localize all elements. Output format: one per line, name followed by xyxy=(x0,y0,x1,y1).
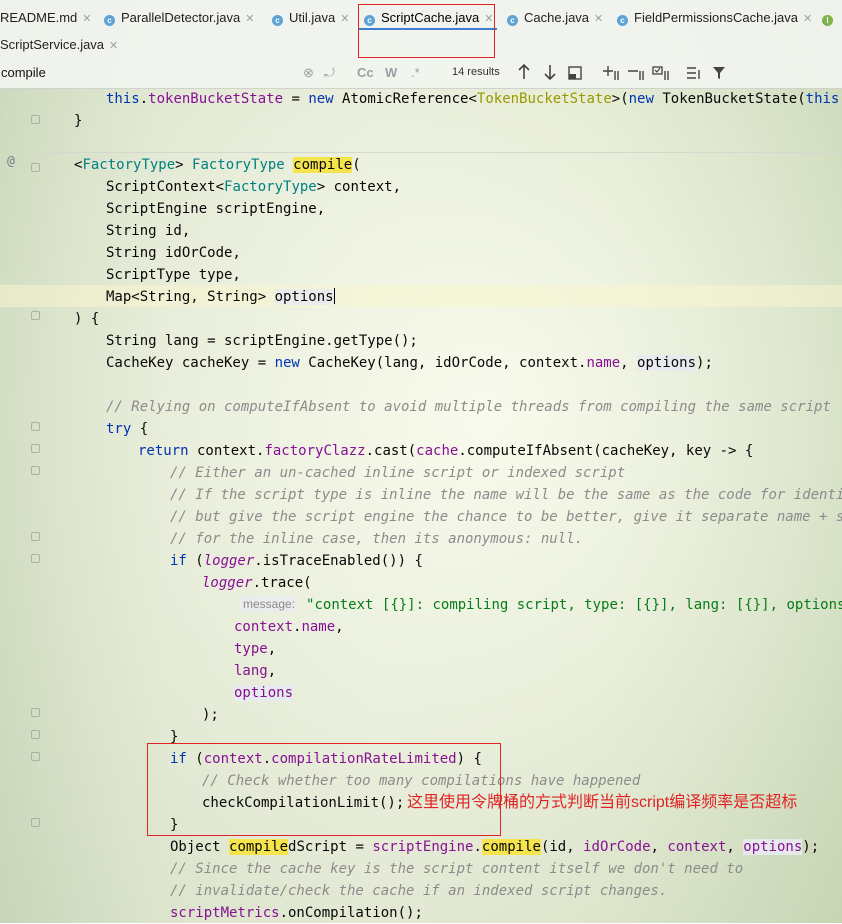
tab-label: Cache.java xyxy=(524,10,590,25)
clear-search-icon[interactable]: ⊗ xyxy=(303,65,314,81)
code-line: if (logger.isTraceEnabled()) { xyxy=(170,553,423,569)
fold-marker-icon[interactable] xyxy=(31,708,40,717)
fold-marker-icon[interactable] xyxy=(31,422,40,431)
annotation-text: 这里使用令牌桶的方式判断当前script编译频率是否超标 xyxy=(407,794,798,811)
tab-highlight-box xyxy=(358,4,495,58)
add-occurrence-icon[interactable] xyxy=(602,65,620,84)
class-file-icon: c xyxy=(617,15,628,26)
class-file-icon: c xyxy=(104,15,115,26)
tab-cache[interactable]: c Cache.java ✕ xyxy=(507,3,603,33)
tab-parallel-detector[interactable]: c ParallelDetector.java ✕ xyxy=(104,3,254,33)
parameter-hint: message: xyxy=(240,596,299,612)
code-line: } xyxy=(74,113,83,129)
remove-occurrence-icon[interactable] xyxy=(627,65,645,84)
fold-marker-icon[interactable] xyxy=(31,311,40,320)
search-result-count: 14 results xyxy=(452,66,500,78)
fold-marker-icon[interactable] xyxy=(31,115,40,124)
tab-field-permissions-cache[interactable]: c FieldPermissionsCache.java ✕ xyxy=(617,3,812,33)
editor-gutter: @ xyxy=(0,88,60,923)
previous-occurrence-icon[interactable] xyxy=(517,63,531,84)
filter-icon[interactable] xyxy=(712,66,726,83)
replace-icon[interactable]: ⤾ xyxy=(324,65,335,81)
close-icon[interactable]: ✕ xyxy=(109,40,118,52)
tab-script-service[interactable]: ScriptService.java ✕ xyxy=(0,30,118,60)
find-bar: compile ⊗ ⤾ Cc W .* 14 results xyxy=(0,60,842,89)
close-icon[interactable]: ✕ xyxy=(803,13,812,25)
tab-interface-file[interactable]: I xyxy=(822,3,839,33)
code-line: this.tokenBucketState = new AtomicRefere… xyxy=(106,91,842,107)
code-comment: // Either an un-cached inline script or … xyxy=(170,465,626,481)
filter-settings-icon[interactable] xyxy=(686,66,702,83)
fold-marker-icon[interactable] xyxy=(31,818,40,827)
annotation-box xyxy=(147,743,501,836)
close-icon[interactable]: ✕ xyxy=(245,13,254,25)
close-icon[interactable]: ✕ xyxy=(594,13,603,25)
override-marker-icon[interactable]: @ xyxy=(7,154,15,169)
code-line: <FactoryType> FactoryType compile( xyxy=(74,157,361,173)
code-line: lang, xyxy=(234,663,277,679)
interface-file-icon: I xyxy=(822,15,833,26)
tab-label: README.md xyxy=(0,10,78,25)
code-line: CacheKey cacheKey = new CacheKey(lang, i… xyxy=(106,355,713,371)
code-comment: // for the inline case, then its anonymo… xyxy=(170,531,584,547)
code-line: logger.trace( xyxy=(202,575,312,591)
code-line: try { xyxy=(106,421,149,437)
code-line: String id, xyxy=(106,223,191,239)
code-line: ScriptEngine scriptEngine, xyxy=(106,201,326,217)
code-line: ScriptType type, xyxy=(106,267,241,283)
class-file-icon: c xyxy=(272,15,283,26)
select-all-occurrences-icon[interactable] xyxy=(652,65,670,84)
code-line: message: "context [{}]: compiling script,… xyxy=(240,594,842,616)
tab-label: Util.java xyxy=(289,10,336,25)
method-separator xyxy=(40,152,842,153)
code-comment: // Since the cache key is the script con… xyxy=(170,861,744,877)
fold-marker-icon[interactable] xyxy=(31,466,40,475)
code-line: return context.factoryClazz.cast(cache.c… xyxy=(138,443,754,459)
code-line: String lang = scriptEngine.getType(); xyxy=(106,333,418,349)
code-line: ScriptContext<FactoryType> context, xyxy=(106,179,402,195)
words-toggle[interactable]: W xyxy=(385,65,397,80)
close-icon[interactable]: ✕ xyxy=(340,13,349,25)
search-match: compile xyxy=(481,839,541,855)
code-line: String idOrCode, xyxy=(106,245,241,261)
code-line: context.name, xyxy=(234,619,344,635)
tab-label: ParallelDetector.java xyxy=(121,10,241,25)
editor-tab-bar: README.md ✕ c ParallelDetector.java ✕ c Util… xyxy=(0,0,842,61)
close-icon[interactable]: ✕ xyxy=(82,13,91,25)
code-comment: // If the script type is inline the name… xyxy=(170,487,842,503)
tab-label: ScriptService.java xyxy=(0,37,105,52)
code-line: ); xyxy=(202,707,219,723)
search-match: compile xyxy=(293,157,353,173)
fold-marker-icon[interactable] xyxy=(31,163,40,172)
fold-marker-icon[interactable] xyxy=(31,752,40,761)
search-match: compile xyxy=(229,839,289,855)
class-file-icon: c xyxy=(507,15,518,26)
tab-label: FieldPermissionsCache.java xyxy=(634,10,799,25)
code-comment: // but give the script engine the chance… xyxy=(170,509,842,525)
fold-marker-icon[interactable] xyxy=(31,444,40,453)
code-line: ) { xyxy=(74,311,100,327)
regex-toggle[interactable]: .* xyxy=(411,65,420,80)
code-line: scriptMetrics.onCompilation(); xyxy=(170,905,423,921)
code-line: options xyxy=(234,685,294,701)
code-comment: // invalidate/check the cache if an inde… xyxy=(170,883,668,899)
code-line: type, xyxy=(234,641,277,657)
fold-marker-icon[interactable] xyxy=(31,532,40,541)
match-case-toggle[interactable]: Cc xyxy=(357,65,374,80)
tab-util[interactable]: c Util.java ✕ xyxy=(272,3,349,33)
search-input[interactable]: compile xyxy=(1,65,46,80)
code-line: Object compiledScript = scriptEngine.com… xyxy=(170,839,820,855)
fold-marker-icon[interactable] xyxy=(31,554,40,563)
open-in-window-icon[interactable] xyxy=(568,66,582,83)
next-occurrence-icon[interactable] xyxy=(543,63,557,84)
code-comment: // Relying on computeIfAbsent to avoid m… xyxy=(106,399,831,415)
text-caret xyxy=(333,288,336,304)
fold-marker-icon[interactable] xyxy=(31,730,40,739)
tab-readme[interactable]: README.md ✕ xyxy=(0,3,92,33)
code-line: Map<String, String> options xyxy=(106,288,336,305)
